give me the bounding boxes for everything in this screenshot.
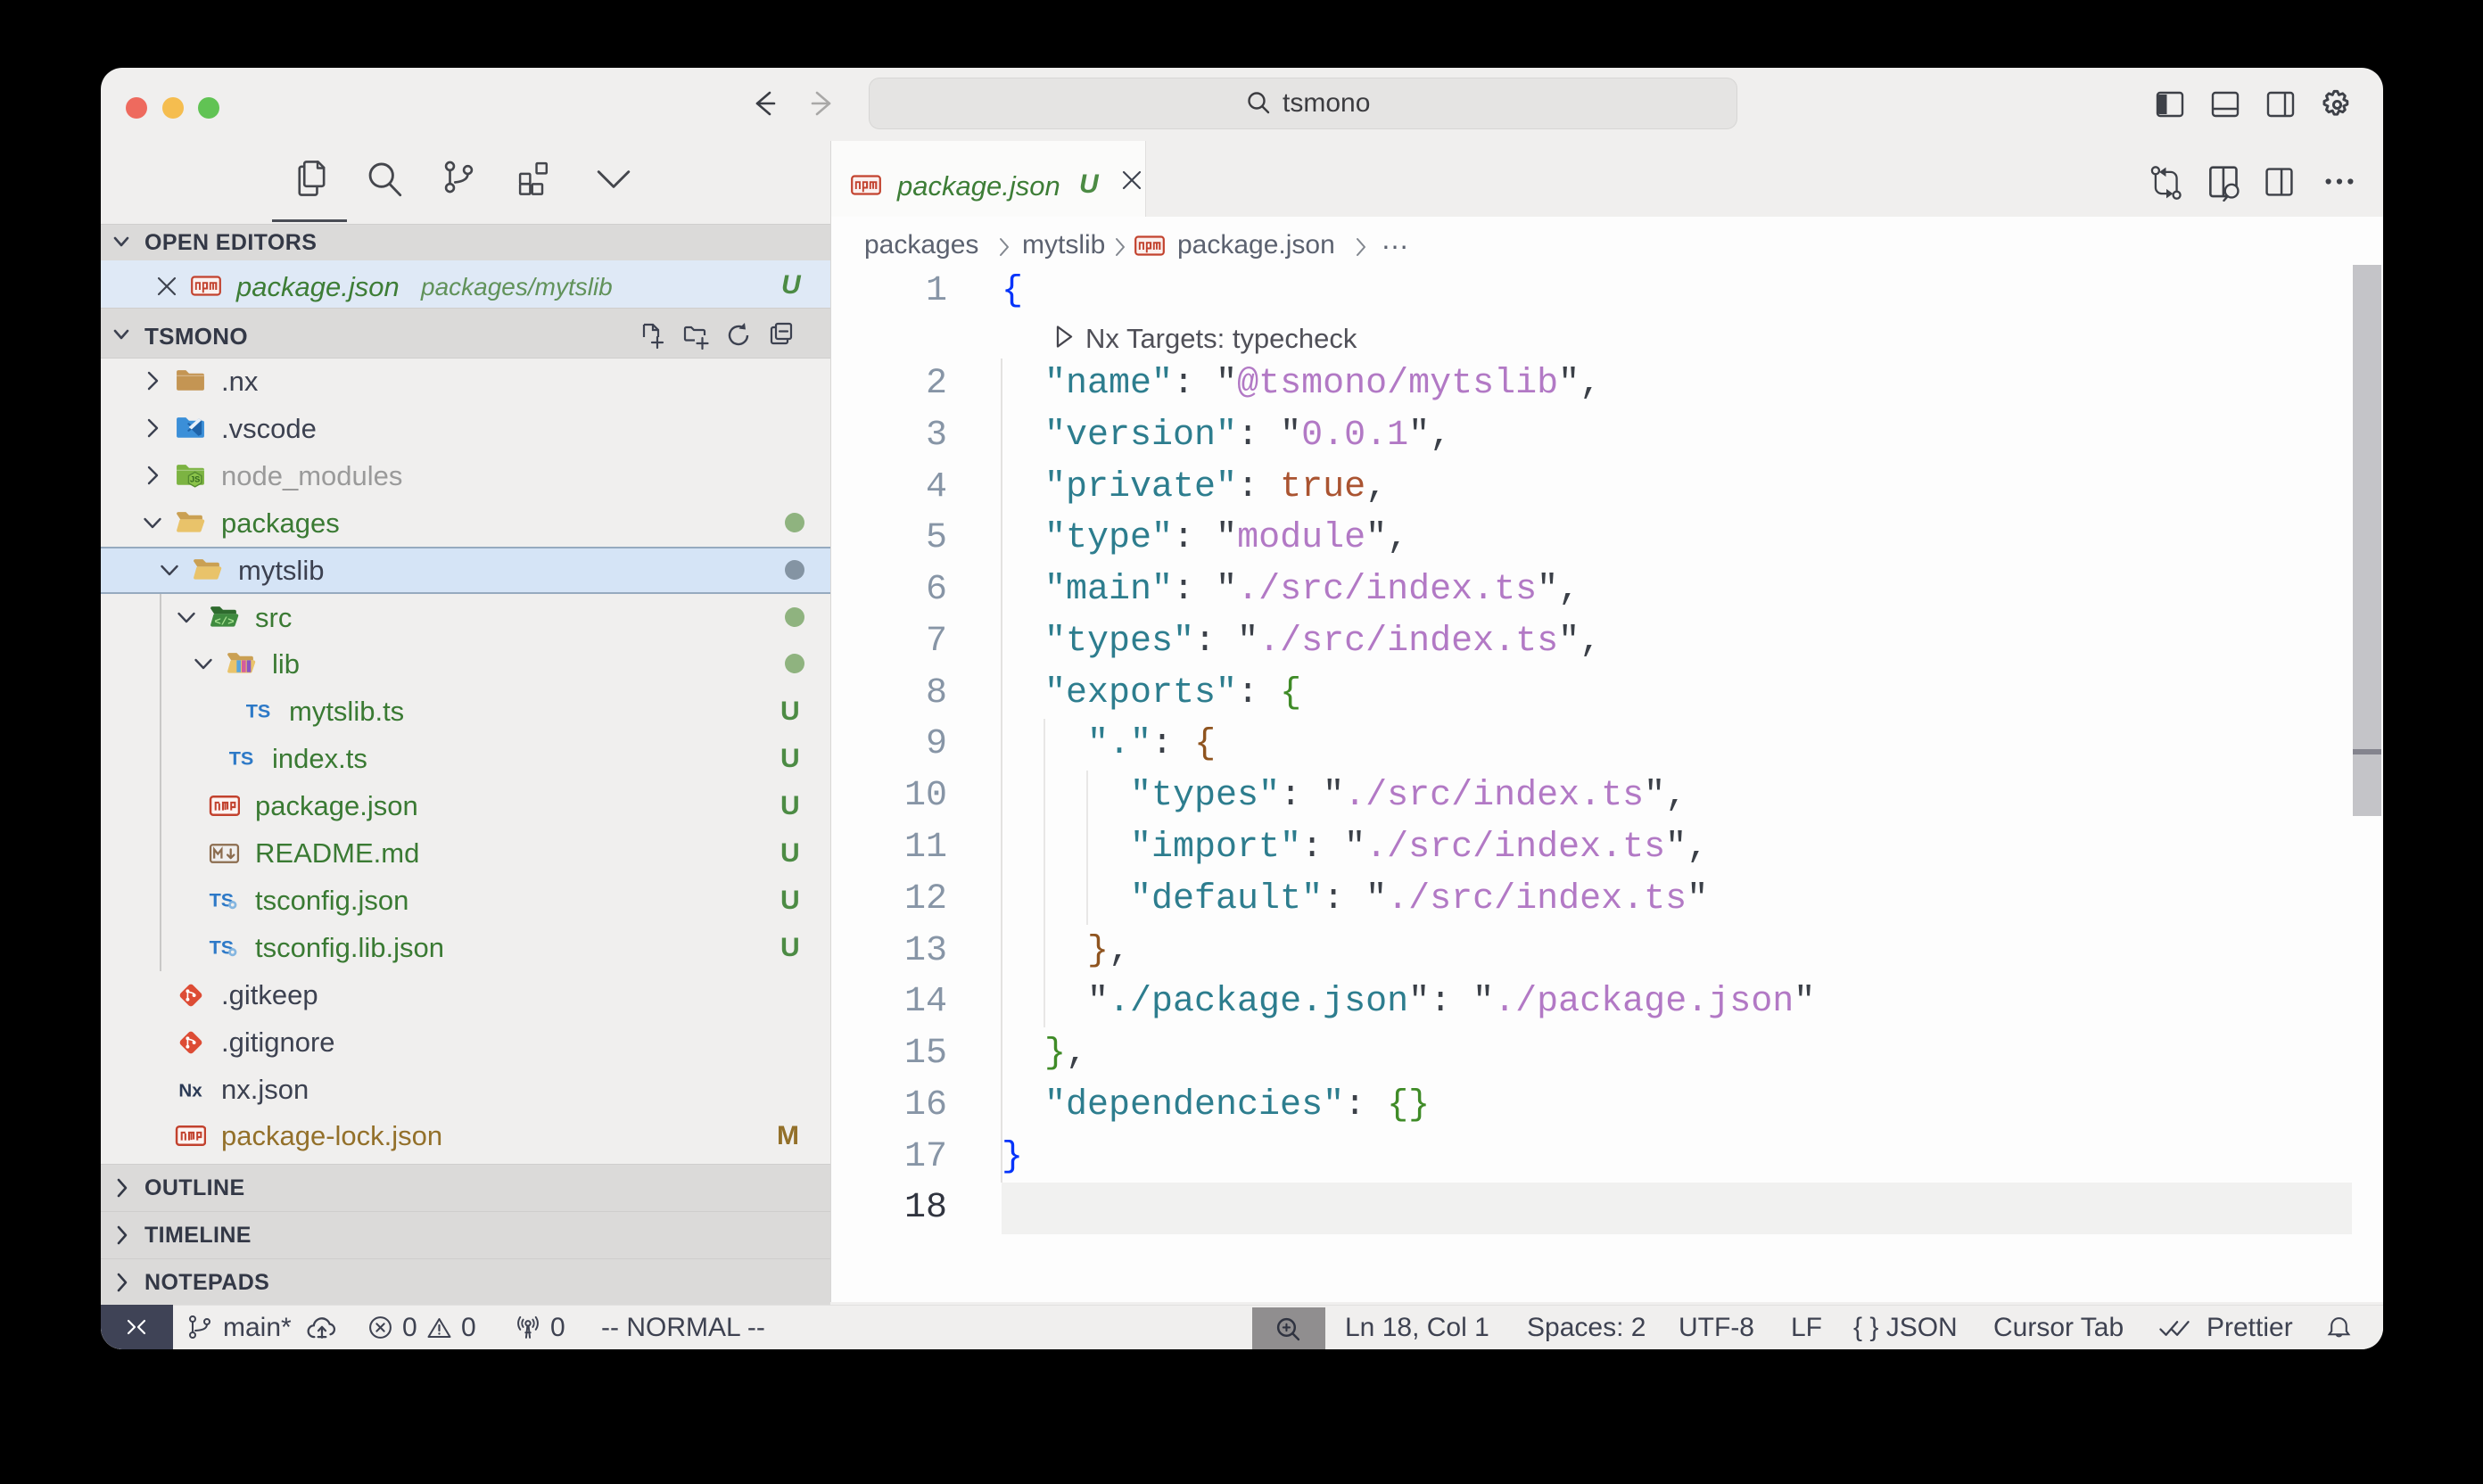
svg-text:TS: TS bbox=[229, 747, 254, 770]
svg-text:TS: TS bbox=[246, 700, 271, 722]
svg-text:</>: </> bbox=[214, 616, 234, 629]
svg-text:JS: JS bbox=[190, 475, 200, 484]
svg-text:Nx: Nx bbox=[178, 1081, 202, 1101]
